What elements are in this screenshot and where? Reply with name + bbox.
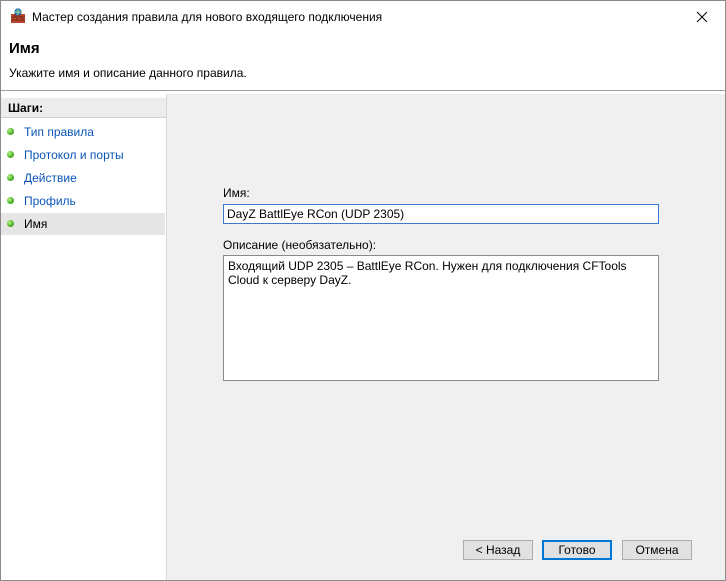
title-bar[interactable]: Мастер создания правила для нового входя… [1, 1, 725, 32]
step-complete-icon [7, 197, 14, 204]
window-title: Мастер создания правила для нового входя… [32, 10, 383, 24]
content-pane: Имя: Описание (необязательно): Входящий … [167, 94, 725, 580]
step-label[interactable]: Протокол и порты [24, 148, 124, 162]
step-label[interactable]: Тип правила [24, 125, 94, 139]
finish-button[interactable]: Готово [542, 540, 612, 560]
step-label[interactable]: Действие [24, 171, 77, 185]
header-divider [1, 90, 725, 91]
step-name-current: Имя [1, 213, 165, 235]
firewall-icon [10, 8, 26, 24]
close-icon [696, 11, 708, 22]
step-action[interactable]: Действие [1, 167, 165, 189]
page-title: Имя [9, 40, 40, 57]
steps-pane: Шаги: Тип правила Протокол и порты Дейст… [1, 94, 167, 580]
close-button[interactable] [679, 1, 725, 32]
description-textarea[interactable]: Входящий UDP 2305 – BattlEye RCon. Нужен… [223, 255, 659, 381]
name-label: Имя: [223, 186, 250, 200]
cancel-button[interactable]: Отмена [622, 540, 692, 560]
step-label: Имя [24, 217, 48, 231]
wizard-window: Мастер создания правила для нового входя… [0, 0, 726, 581]
name-input[interactable] [223, 204, 659, 224]
step-complete-icon [7, 220, 14, 227]
step-label[interactable]: Профиль [24, 194, 76, 208]
step-protocol-ports[interactable]: Протокол и порты [1, 144, 165, 166]
steps-heading: Шаги: [1, 98, 166, 118]
step-complete-icon [7, 174, 14, 181]
page-subtitle: Укажите имя и описание данного правила. [9, 66, 247, 80]
step-rule-type[interactable]: Тип правила [1, 121, 165, 143]
step-profile[interactable]: Профиль [1, 190, 165, 212]
description-label: Описание (необязательно): [223, 238, 377, 252]
step-complete-icon [7, 128, 14, 135]
back-button[interactable]: < Назад [463, 540, 533, 560]
step-complete-icon [7, 151, 14, 158]
